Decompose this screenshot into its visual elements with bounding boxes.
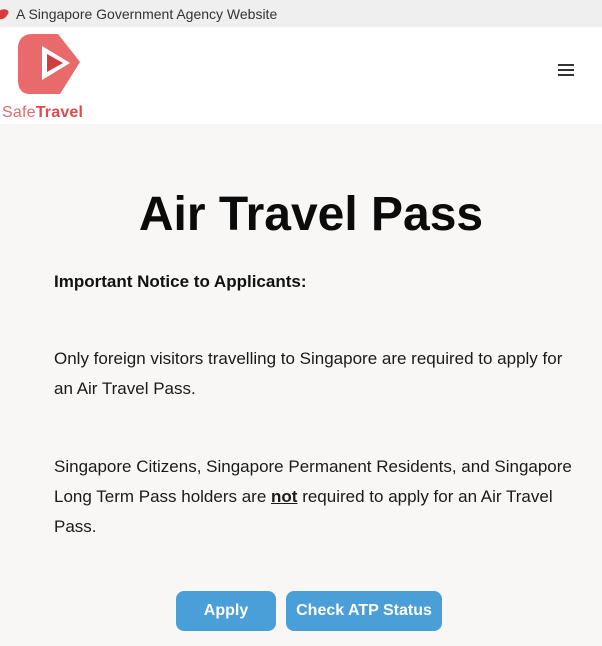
safetravel-play-logo[interactable] — [14, 32, 84, 98]
page-title: Air Travel Pass — [138, 188, 484, 241]
site-header: SafeTravel — [0, 27, 602, 124]
site-logo-text[interactable]: SafeTravel — [2, 105, 83, 121]
menu-line — [558, 69, 574, 71]
notice-heading: Important Notice to Applicants: — [54, 272, 307, 291]
notice-paragraph-foreign-visitors: Only foreign visitors travelling to Sing… — [54, 349, 563, 398]
gov-banner-text: A Singapore Government Agency Website — [16, 5, 278, 22]
gov-banner: A Singapore Government Agency Website — [0, 0, 602, 27]
emphasis-not: not — [271, 487, 298, 506]
logo-text-travel: Travel — [35, 104, 84, 121]
singapore-lion-icon — [0, 8, 9, 19]
menu-line — [558, 64, 574, 66]
apply-button[interactable]: Apply — [176, 591, 276, 631]
hamburger-menu-icon[interactable] — [556, 62, 576, 78]
check-atp-status-button[interactable]: Check ATP Status — [286, 591, 442, 631]
logo-text-safe: Safe — [2, 104, 36, 121]
notice-paragraph-exempt-holders: Singapore Citizens, Singapore Permanent … — [54, 452, 574, 542]
menu-line — [558, 74, 574, 76]
